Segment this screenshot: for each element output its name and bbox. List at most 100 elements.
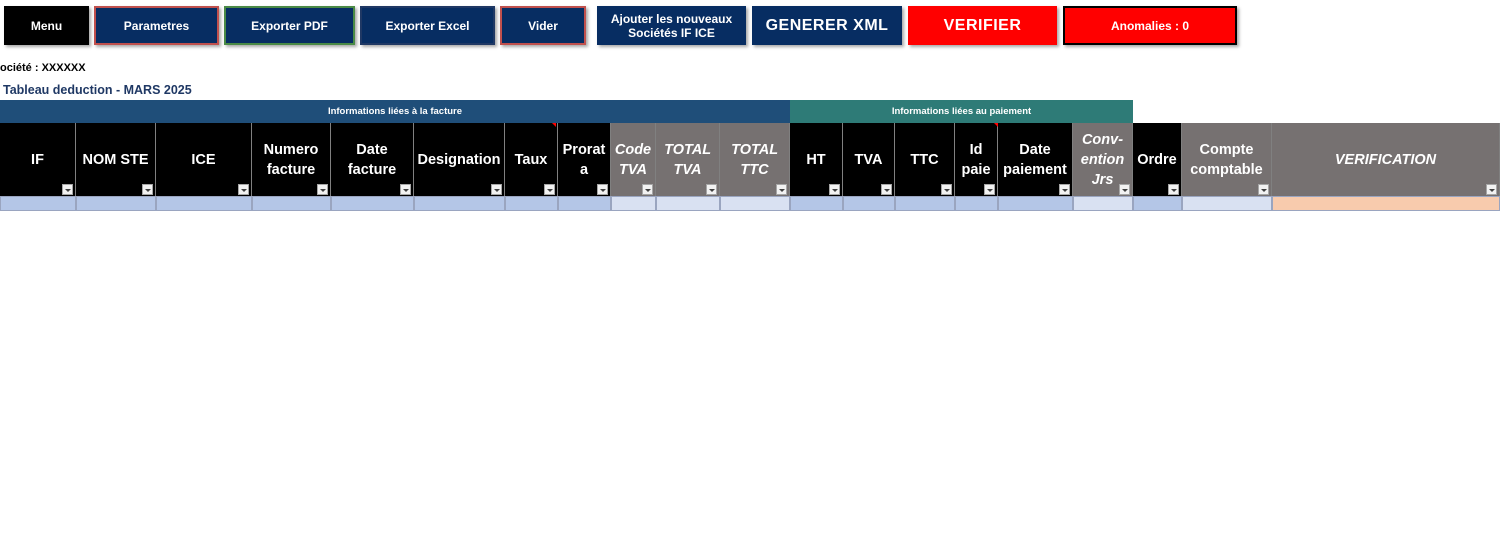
table-cell-tva[interactable] bbox=[843, 196, 895, 211]
column-header-verification: VERIFICATION bbox=[1272, 123, 1500, 196]
column-header-date-paiement-label: Date paiement bbox=[1003, 141, 1067, 178]
table-title: Tableau deduction - MARS 2025 bbox=[3, 83, 192, 97]
column-header-ice-label: ICE bbox=[191, 151, 216, 168]
column-header-taux: Taux bbox=[505, 123, 558, 196]
parametres-button-label: Parametres bbox=[123, 18, 190, 33]
filter-dropdown-icon[interactable] bbox=[941, 184, 952, 195]
vider-button-label: Vider bbox=[528, 18, 558, 33]
column-header-compte-comptable-label: Compte comptable bbox=[1190, 141, 1263, 178]
table-cell-numero-facture[interactable] bbox=[252, 196, 331, 211]
table-cell-taux[interactable] bbox=[505, 196, 558, 211]
filter-dropdown-icon[interactable] bbox=[317, 184, 328, 195]
column-header-total-tva-label: TOTAL TVA bbox=[664, 141, 712, 178]
column-header-code-tva-label: Code TVA bbox=[614, 141, 652, 178]
parametres-button[interactable]: Parametres bbox=[94, 6, 219, 45]
filter-dropdown-icon[interactable] bbox=[1059, 184, 1070, 195]
column-header-if-label: IF bbox=[31, 151, 44, 168]
group-header-paiement-label: Informations liées au paiement bbox=[891, 106, 1032, 117]
column-header-compte-comptable: Compte comptable bbox=[1182, 123, 1272, 196]
filter-dropdown-icon[interactable] bbox=[142, 184, 153, 195]
filter-dropdown-icon[interactable] bbox=[238, 184, 249, 195]
vider-button[interactable]: Vider bbox=[500, 6, 586, 45]
ajouter-societes-label-line2: Sociétés IF ICE bbox=[628, 25, 715, 40]
group-header-facture-label: Informations liées à la facture bbox=[327, 106, 463, 117]
column-header-ttc-label: TTC bbox=[910, 151, 939, 168]
column-header-prorata: Prorat a bbox=[558, 123, 611, 196]
filter-dropdown-icon[interactable] bbox=[62, 184, 73, 195]
ajouter-societes-button[interactable]: Ajouter les nouveaux Sociétés IF ICE bbox=[597, 6, 746, 45]
filter-dropdown-icon[interactable] bbox=[881, 184, 892, 195]
column-header-total-tva: TOTAL TVA bbox=[656, 123, 720, 196]
column-header-nom-ste: NOM STE bbox=[76, 123, 156, 196]
column-header-prorata-label: Prorat a bbox=[562, 141, 606, 178]
filter-dropdown-icon[interactable] bbox=[1168, 184, 1179, 195]
table-cell-total-ttc[interactable] bbox=[720, 196, 790, 211]
filter-dropdown-icon[interactable] bbox=[1119, 184, 1130, 195]
table-cell-if[interactable] bbox=[0, 196, 76, 211]
column-header-nom-ste-label: NOM STE bbox=[82, 151, 149, 168]
filter-dropdown-icon[interactable] bbox=[1258, 184, 1269, 195]
filter-dropdown-icon[interactable] bbox=[642, 184, 653, 195]
group-header-facture: Informations liées à la facture bbox=[0, 100, 790, 123]
column-header-ht-label: HT bbox=[806, 151, 826, 168]
table-cell-code-tva[interactable] bbox=[611, 196, 656, 211]
column-header-numero-facture-label: Numero facture bbox=[263, 141, 319, 178]
column-header-designation-label: Designation bbox=[417, 151, 501, 168]
filter-dropdown-icon[interactable] bbox=[491, 184, 502, 195]
table-cell-ttc[interactable] bbox=[895, 196, 955, 211]
table-cell-ht[interactable] bbox=[790, 196, 843, 211]
column-header-taux-label: Taux bbox=[514, 151, 548, 168]
table-cell-nom-ste[interactable] bbox=[76, 196, 156, 211]
ajouter-societes-label-line1: Ajouter les nouveaux bbox=[610, 11, 733, 26]
generer-xml-button[interactable]: GENERER XML bbox=[752, 6, 902, 45]
column-header-date-facture: Date facture bbox=[331, 123, 414, 196]
column-header-ordre-label: Ordre bbox=[1137, 151, 1177, 168]
table-cell-id-paie[interactable] bbox=[955, 196, 998, 211]
filter-dropdown-icon[interactable] bbox=[829, 184, 840, 195]
column-header-ordre: Ordre bbox=[1133, 123, 1182, 196]
table-cell-compte-comptable[interactable] bbox=[1182, 196, 1272, 211]
table-cell-designation[interactable] bbox=[414, 196, 505, 211]
column-header-id-paie: Id paie bbox=[955, 123, 998, 196]
filter-dropdown-icon[interactable] bbox=[1486, 184, 1497, 195]
comment-marker-icon[interactable] bbox=[552, 123, 556, 127]
filter-dropdown-icon[interactable] bbox=[597, 184, 608, 195]
group-header-paiement: Informations liées au paiement bbox=[790, 100, 1133, 123]
exporter-excel-button[interactable]: Exporter Excel bbox=[360, 6, 495, 45]
column-header-total-ttc-label: TOTAL TTC bbox=[731, 141, 779, 178]
column-header-id-paie-label: Id paie bbox=[961, 141, 991, 178]
filter-dropdown-icon[interactable] bbox=[776, 184, 787, 195]
societe-label: ociété : XXXXXX bbox=[0, 62, 86, 74]
column-header-code-tva: Code TVA bbox=[611, 123, 656, 196]
table-cell-date-paiement[interactable] bbox=[998, 196, 1073, 211]
column-header-tva-label: TVA bbox=[854, 151, 883, 168]
filter-dropdown-icon[interactable] bbox=[400, 184, 411, 195]
exporter-pdf-button-label: Exporter PDF bbox=[251, 18, 328, 33]
anomalies-counter: Anomalies : 0 bbox=[1063, 6, 1237, 45]
filter-dropdown-icon[interactable] bbox=[706, 184, 717, 195]
column-header-numero-facture: Numero facture bbox=[252, 123, 331, 196]
table-cell-date-facture[interactable] bbox=[331, 196, 414, 211]
column-header-tva: TVA bbox=[843, 123, 895, 196]
menu-button-label: Menu bbox=[30, 18, 63, 33]
column-header-total-ttc: TOTAL TTC bbox=[720, 123, 790, 196]
column-header-if: IF bbox=[0, 123, 76, 196]
column-header-convention-jrs: Conv-ention Jrs bbox=[1073, 123, 1133, 196]
column-header-date-paiement: Date paiement bbox=[998, 123, 1073, 196]
column-header-verification-label: VERIFICATION bbox=[1334, 151, 1437, 168]
table-cell-verification[interactable] bbox=[1272, 196, 1500, 211]
table-cell-prorata[interactable] bbox=[558, 196, 611, 211]
column-header-ice: ICE bbox=[156, 123, 252, 196]
filter-dropdown-icon[interactable] bbox=[984, 184, 995, 195]
menu-button[interactable]: Menu bbox=[4, 6, 89, 45]
exporter-pdf-button[interactable]: Exporter PDF bbox=[224, 6, 355, 45]
filter-dropdown-icon[interactable] bbox=[544, 184, 555, 195]
table-cell-total-tva[interactable] bbox=[656, 196, 720, 211]
verifier-button-label: VERIFIER bbox=[943, 16, 1022, 34]
table-cell-convention-jrs[interactable] bbox=[1073, 196, 1133, 211]
verifier-button[interactable]: VERIFIER bbox=[908, 6, 1057, 45]
table-cell-ordre[interactable] bbox=[1133, 196, 1182, 211]
column-header-designation: Designation bbox=[414, 123, 505, 196]
table-cell-ice[interactable] bbox=[156, 196, 252, 211]
comment-marker-icon[interactable] bbox=[994, 123, 998, 127]
